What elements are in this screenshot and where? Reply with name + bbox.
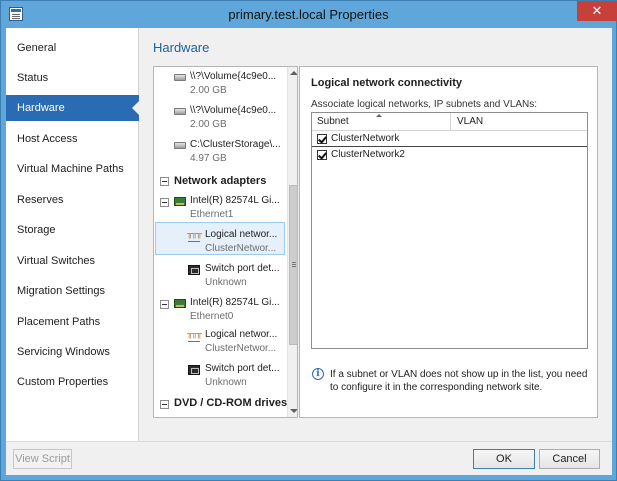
detail-description: Associate logical networks, IP subnets a…	[311, 99, 538, 110]
disk-icon	[174, 142, 186, 149]
sidebar-item-virtual-machine-paths[interactable]: Virtual Machine Paths	[6, 156, 139, 182]
sidebar-item-reserves[interactable]: Reserves	[6, 187, 139, 213]
collapse-toggle[interactable]	[160, 400, 169, 409]
disk-icon	[174, 108, 186, 115]
subnet-vlan-grid: Subnet VLAN ClusterNetwork ClusterNetwor…	[311, 112, 588, 349]
network-card-icon	[174, 197, 186, 206]
section-title: Hardware	[153, 40, 210, 55]
sidebar-item-general[interactable]: General	[6, 35, 139, 61]
scroll-down-icon[interactable]	[290, 409, 297, 413]
column-subnet[interactable]: Subnet	[317, 116, 349, 127]
properties-window: primary.test.local Properties ✕ General …	[0, 0, 617, 481]
grip-icon	[292, 262, 296, 267]
info-icon: i	[312, 368, 324, 380]
ok-button[interactable]: OK	[473, 449, 535, 469]
table-row[interactable]: ClusterNetwork	[312, 132, 587, 147]
column-divider[interactable]	[450, 113, 451, 131]
sidebar-item-placement-paths[interactable]: Placement Paths	[6, 309, 139, 335]
scroll-up-icon[interactable]	[290, 71, 297, 75]
sidebar-item-custom-properties[interactable]: Custom Properties	[6, 369, 139, 395]
sidebar-item-servicing-windows[interactable]: Servicing Windows	[6, 339, 139, 365]
row-checkbox[interactable]	[317, 150, 327, 160]
title-bar: primary.test.local Properties ✕	[1, 1, 617, 28]
sidebar-item-storage[interactable]: Storage	[6, 217, 139, 243]
sidebar-item-hardware[interactable]: Hardware	[6, 95, 140, 121]
sidebar-item-status[interactable]: Status	[6, 65, 139, 91]
window-title: primary.test.local Properties	[228, 7, 389, 22]
network-adapters-header[interactable]: Network adapters	[174, 175, 266, 187]
scroll-thumb[interactable]	[289, 185, 297, 345]
view-script-button[interactable]: View Script	[13, 449, 72, 469]
switch-port-icon	[188, 265, 200, 275]
sort-ascending-icon	[376, 114, 382, 117]
sidebar-item-virtual-switches[interactable]: Virtual Switches	[6, 248, 139, 274]
sidebar-nav: General Status Hardware Host Access Virt…	[6, 28, 140, 441]
column-vlan[interactable]: VLAN	[457, 116, 483, 127]
dvd-drives-header[interactable]: DVD / CD-ROM drives	[174, 397, 287, 409]
button-bar: View Script OK Cancel	[6, 441, 612, 475]
grid-header: Subnet VLAN	[312, 113, 587, 131]
cancel-button[interactable]: Cancel	[539, 449, 600, 469]
collapse-toggle[interactable]	[160, 198, 169, 207]
collapse-toggle[interactable]	[160, 300, 169, 309]
table-row[interactable]: ClusterNetwork2	[312, 148, 587, 163]
network-card-icon	[174, 299, 186, 308]
row-checkbox[interactable]	[317, 134, 327, 144]
hardware-tree: \\?\Volume{4c9e0... 2.00 GB \\?\Volume{4…	[153, 66, 298, 418]
collapse-toggle[interactable]	[160, 177, 169, 186]
logical-network-icon	[187, 329, 201, 342]
info-message: If a subnet or VLAN does not show up in …	[330, 369, 588, 393]
detail-panel: Logical network connectivity Associate l…	[299, 66, 598, 418]
switch-port-icon	[188, 365, 200, 375]
tree-scrollbar[interactable]	[287, 67, 297, 417]
row-label: ClusterNetwork	[331, 133, 400, 144]
row-label: ClusterNetwork2	[331, 149, 405, 160]
dialog-body: General Status Hardware Host Access Virt…	[6, 28, 612, 475]
close-button[interactable]: ✕	[577, 1, 617, 21]
sidebar-item-host-access[interactable]: Host Access	[6, 126, 139, 152]
logical-network-icon	[187, 229, 201, 242]
sidebar-item-migration-settings[interactable]: Migration Settings	[6, 278, 139, 304]
disk-icon	[174, 74, 186, 81]
detail-title: Logical network connectivity	[311, 77, 462, 89]
